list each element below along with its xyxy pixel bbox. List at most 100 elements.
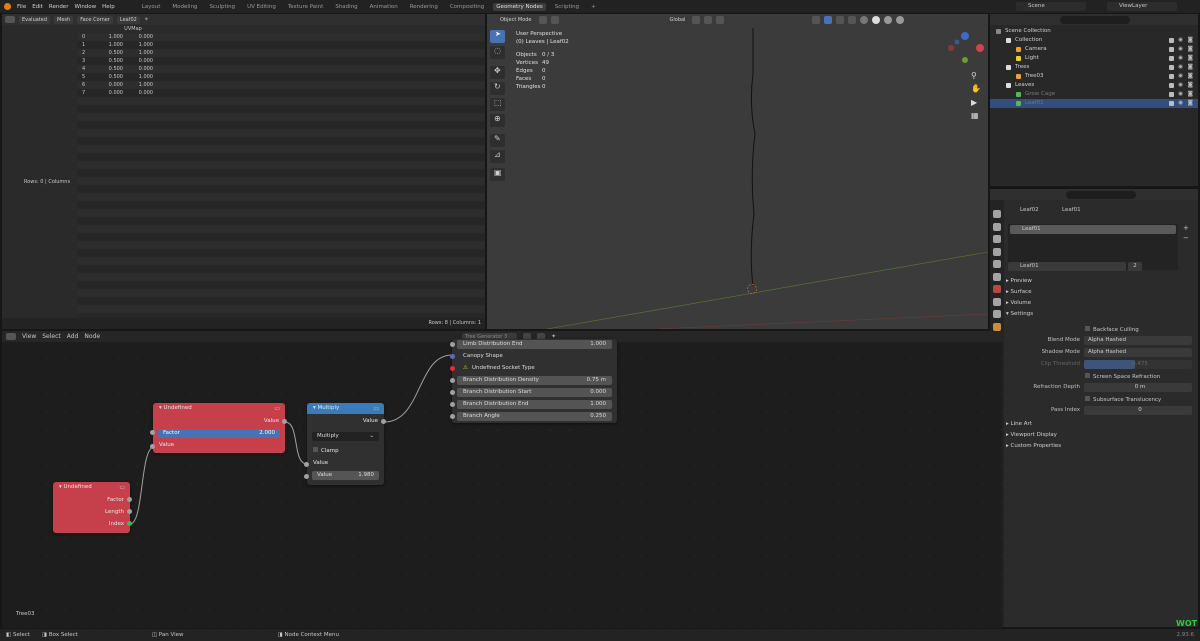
socket-output-index[interactable] — [127, 521, 132, 526]
undefined-node-a[interactable]: ▾ Undefined ▭ Value Factor 2.000 Value — [153, 403, 285, 453]
camera-view-icon[interactable]: ▶ — [971, 98, 977, 107]
checkbox-icon[interactable] — [1169, 74, 1174, 79]
clip-threshold-field[interactable]: 0.475 — [1084, 360, 1192, 369]
shadow-mode-dropdown[interactable]: Alpha Hashed — [1084, 348, 1192, 357]
camera-icon[interactable]: ◙ — [1188, 54, 1193, 63]
menu-render[interactable]: Render — [49, 4, 69, 10]
tab-geometry-nodes[interactable]: Geometry Nodes — [493, 2, 546, 11]
camera-icon[interactable]: ◙ — [1188, 90, 1193, 99]
camera-icon[interactable]: ◙ — [1188, 36, 1193, 45]
checkbox-icon[interactable] — [1169, 92, 1174, 97]
menu-file[interactable]: File — [17, 4, 26, 10]
group-input-row[interactable]: Branch Distribution End 1.000 — [457, 400, 612, 409]
eye-icon[interactable]: ◉ — [1178, 72, 1183, 81]
outliner-search-input[interactable] — [1060, 16, 1130, 24]
group-input-socket[interactable] — [450, 342, 455, 347]
socket-input-value[interactable] — [304, 462, 309, 467]
section-custom-properties[interactable]: ▸ Custom Properties — [1006, 443, 1061, 449]
outliner-item[interactable]: Leaf01 ◉ ◙ — [990, 99, 1198, 108]
scene-field[interactable]: Scene — [1016, 2, 1086, 11]
group-input-socket[interactable] — [450, 378, 455, 383]
tab-scene-icon[interactable] — [993, 260, 1001, 268]
socket-output-value[interactable] — [282, 419, 287, 424]
material-slot-item[interactable]: Leaf01 — [1010, 225, 1176, 234]
view-layer-field[interactable]: ViewLayer — [1107, 2, 1177, 11]
camera-icon[interactable]: ◙ — [1188, 72, 1193, 81]
tab-object-icon[interactable] — [993, 297, 1001, 306]
evaluation-mode-dropdown[interactable]: Evaluated — [19, 15, 51, 24]
sss-checkbox[interactable]: Subsurface Translucency — [1085, 396, 1161, 403]
value-field[interactable]: Value 1.980 — [312, 471, 379, 480]
socket-input-value[interactable] — [150, 444, 155, 449]
tab-texture-paint[interactable]: Texture Paint — [285, 3, 327, 11]
tab-tool-icon[interactable] — [993, 210, 1001, 218]
section-surface[interactable]: ▸ Surface — [1006, 289, 1031, 295]
editor-type-icon[interactable] — [5, 16, 15, 23]
eye-icon[interactable]: ◉ — [1178, 81, 1183, 90]
outliner-item[interactable]: Light ◉ ◙ — [990, 54, 1198, 63]
column-header-uvmap[interactable]: UVMap — [108, 25, 158, 33]
eye-icon[interactable]: ◉ — [1178, 45, 1183, 54]
blender-logo-icon[interactable] — [4, 3, 11, 10]
menu-help[interactable]: Help — [102, 4, 115, 10]
tab-modifier-icon[interactable] — [993, 310, 1001, 318]
group-input-row[interactable]: Branch Distribution Start 0.000 — [457, 388, 612, 397]
group-input-socket[interactable] — [450, 402, 455, 407]
group-input-row[interactable]: Limb Distribution End 1.000 — [457, 340, 612, 349]
tab-view-layer-icon[interactable] — [993, 247, 1001, 256]
backface-culling-checkbox[interactable]: Backface Culling — [1085, 326, 1139, 333]
checkbox-icon[interactable] — [1169, 101, 1174, 106]
checkbox-icon[interactable] — [1169, 83, 1174, 88]
camera-icon[interactable]: ◙ — [1188, 45, 1193, 54]
tab-animation[interactable]: Animation — [367, 3, 401, 11]
tab-sculpting[interactable]: Sculpting — [206, 3, 238, 11]
material-datablock-field[interactable]: Leaf01 — [1008, 262, 1126, 271]
group-input-socket[interactable] — [450, 354, 455, 359]
blend-mode-dropdown[interactable]: Alpha Hashed — [1084, 336, 1192, 345]
checkbox-icon[interactable] — [1169, 65, 1174, 70]
tab-uv-editing[interactable]: UV Editing — [244, 3, 279, 11]
tab-scripting[interactable]: Scripting — [552, 3, 582, 11]
group-input-row[interactable]: Branch Angle 0.250 — [457, 412, 612, 421]
domain-dropdown[interactable]: Face Corner — [77, 15, 113, 24]
group-input-socket[interactable] — [450, 366, 455, 371]
tab-collection-icon[interactable] — [993, 285, 1001, 293]
eye-icon[interactable]: ◉ — [1178, 36, 1183, 45]
ortho-grid-icon[interactable]: ▦ — [971, 111, 979, 120]
socket-output-value[interactable] — [381, 419, 386, 424]
node-title[interactable]: ▾ Undefined — [153, 403, 285, 414]
component-dropdown[interactable]: Mesh — [54, 15, 74, 24]
add-slot-button[interactable]: + — [1183, 224, 1189, 232]
multiply-node[interactable]: ▾ Multiply ▭ Value Multiply ⌄ Clamp Valu… — [307, 403, 384, 485]
outliner-item[interactable]: Collection ◉ ◙ — [990, 36, 1198, 45]
tab-shading[interactable]: Shading — [332, 3, 360, 11]
eye-icon[interactable]: ◉ — [1178, 99, 1183, 108]
section-viewport-display[interactable]: ▸ Viewport Display — [1006, 432, 1057, 438]
tab-compositing[interactable]: Compositing — [447, 3, 487, 11]
tab-render-icon[interactable] — [993, 222, 1001, 231]
refraction-depth-field[interactable]: 0 m — [1084, 383, 1192, 392]
factor-slider[interactable]: Factor 2.000 — [158, 429, 280, 438]
ssr-checkbox[interactable]: Screen Space Refraction — [1085, 373, 1160, 380]
eye-icon[interactable]: ◉ — [1178, 54, 1183, 63]
checkbox-icon[interactable] — [1169, 47, 1174, 52]
pass-index-field[interactable]: 0 — [1084, 406, 1192, 415]
properties-search-input[interactable] — [1066, 191, 1136, 199]
pin-icon[interactable]: ✦ — [144, 16, 149, 23]
socket-output-length[interactable] — [127, 509, 132, 514]
checkbox-icon[interactable] — [1169, 38, 1174, 43]
outliner-item[interactable]: Tree03 ◉ ◙ — [990, 72, 1198, 81]
eye-icon[interactable]: ◉ — [1178, 63, 1183, 72]
section-volume[interactable]: ▸ Volume — [1006, 300, 1031, 306]
node-preview-icon[interactable]: ▭ — [119, 484, 125, 491]
outliner-item[interactable]: Scene Collection — [990, 27, 1198, 36]
camera-icon[interactable]: ◙ — [1188, 99, 1193, 108]
group-input-socket[interactable] — [450, 390, 455, 395]
section-settings[interactable]: ▾ Settings — [1006, 311, 1033, 317]
node-preview-icon[interactable]: ▭ — [274, 405, 280, 412]
object-field[interactable]: Leaf02 — [116, 15, 140, 24]
section-line-art[interactable]: ▸ Line Art — [1006, 421, 1032, 427]
zoom-icon[interactable]: ⚲ — [971, 71, 977, 80]
node-editor[interactable]: View Select Add Node Tree Generator 3 ✦ … — [2, 331, 1002, 628]
eye-icon[interactable]: ◉ — [1178, 90, 1183, 99]
